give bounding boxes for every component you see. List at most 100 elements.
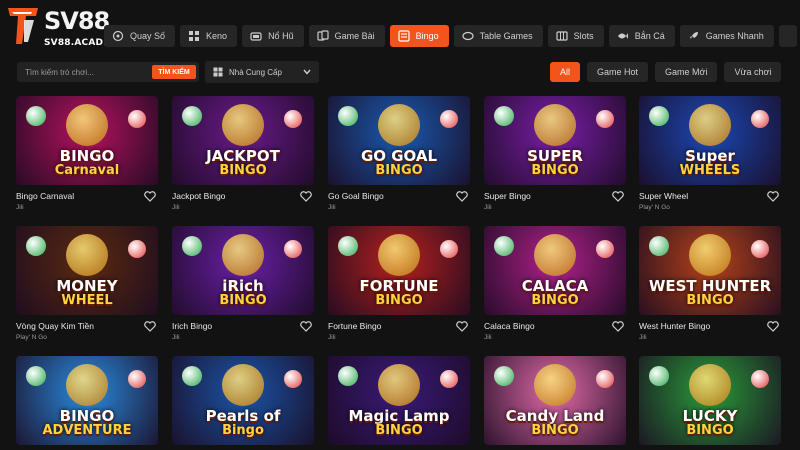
game-thumbnail[interactable]: Magic Lamp BINGO [328,356,470,445]
bingo-ball-decoration [751,240,769,258]
favorite-heart-icon[interactable] [767,191,779,202]
bingo-ball-decoration [182,366,202,386]
game-title[interactable]: Jackpot Bingo [172,191,225,201]
game-card[interactable]: Magic Lamp BINGO [328,356,470,445]
game-title[interactable]: Super Bingo [484,191,531,201]
center-emblem-decoration [222,234,264,276]
game-thumbnail[interactable]: Candy Land BINGO [484,356,626,445]
game-card[interactable]: Pearls of Bingo [172,356,314,445]
bingo-ball-decoration [284,370,302,388]
favorite-heart-icon[interactable] [300,191,312,202]
tab-label: Keno [206,31,228,41]
game-art-title: BINGO Carnaval [16,149,158,178]
tab-table-games[interactable]: Table Games [453,25,543,47]
filter-all[interactable]: All [550,62,581,82]
favorite-heart-icon[interactable] [456,191,468,202]
game-title[interactable]: Go Goal Bingo [328,191,384,201]
game-card[interactable]: SUPER BINGO Super Bingo Jili [484,96,626,211]
center-emblem-decoration [534,364,576,406]
game-thumbnail[interactable]: Pearls of Bingo [172,356,314,445]
game-title[interactable]: Irich Bingo [172,321,212,331]
favorite-heart-icon[interactable] [144,191,156,202]
game-art-line2: BINGO [686,423,734,438]
game-card[interactable]: iRich BINGO Irich Bingo Jili [172,226,314,341]
grid-icon [189,31,200,41]
game-thumbnail[interactable]: LUCKY BINGO [639,356,781,445]
favorite-heart-icon[interactable] [300,321,312,332]
game-thumbnail[interactable]: Super WHEELS [639,96,781,185]
tab-label: Games Nhanh [705,31,764,41]
filter-vua-choi[interactable]: Vừa chơi [724,62,782,82]
tab-game-bai[interactable]: Game Bài [308,25,385,47]
game-thumbnail[interactable]: iRich BINGO [172,226,314,315]
game-art-line2: ADVENTURE [42,423,132,438]
game-art-line2: BINGO [531,163,579,178]
favorite-heart-icon[interactable] [612,191,624,202]
favorite-heart-icon[interactable] [144,321,156,332]
game-art-line2: BINGO [219,293,267,308]
bingo-ball-decoration [338,366,358,386]
favorite-heart-icon[interactable] [767,321,779,332]
tab-keno[interactable]: Keno [180,25,238,47]
game-title[interactable]: Calaca Bingo [484,321,535,331]
tab-no-hu[interactable]: Nổ Hũ [242,25,304,47]
tab-more[interactable] [778,25,797,47]
tab-label: Nổ Hũ [268,31,294,41]
game-card[interactable]: MONEY WHEEL Vòng Quay Kim Tiền Play' N Go [16,226,158,341]
game-art-title: Super WHEELS [639,149,781,178]
provider-label: Nhà Cung Cấp [229,67,282,77]
filter-game-moi[interactable]: Game Mới [655,62,718,82]
game-thumbnail[interactable]: GO GOAL BINGO [328,96,470,185]
tab-ban-ca[interactable]: Bắn Cá [608,25,675,47]
game-title[interactable]: West Hunter Bingo [639,321,710,331]
game-title[interactable]: Vòng Quay Kim Tiền [16,321,94,331]
logo-brand-text: SV88 [44,7,110,35]
tab-quay-so[interactable]: Quay Số [104,25,176,47]
search-button[interactable]: TÌM KIẾM [152,65,196,79]
game-card[interactable]: Candy Land BINGO [484,356,626,445]
game-card[interactable]: WEST HUNTER BINGO West Hunter Bingo Jili [639,226,781,341]
brand-logo[interactable]: SV88 SV88.ACADEMY [4,4,125,56]
bingo-ball-decoration [440,240,458,258]
game-thumbnail[interactable]: BINGO ADVENTURE [16,356,158,445]
game-card[interactable]: BINGO ADVENTURE [16,356,158,445]
bingo-ball-decoration [494,236,514,256]
center-emblem-decoration [689,104,731,146]
favorite-heart-icon[interactable] [612,321,624,332]
game-card[interactable]: GO GOAL BINGO Go Goal Bingo Jili [328,96,470,211]
game-thumbnail[interactable]: FORTUNE BINGO [328,226,470,315]
search-input[interactable] [17,62,147,82]
game-title[interactable]: Bingo Carnaval [16,191,74,201]
tab-games-nhanh[interactable]: Games Nhanh [679,25,774,47]
bingo-ball-decoration [494,366,514,386]
game-thumbnail[interactable]: WEST HUNTER BINGO [639,226,781,315]
game-thumbnail[interactable]: CALACA BINGO [484,226,626,315]
game-art-title: Candy Land BINGO [484,409,626,438]
filter-game-hot[interactable]: Game Hot [587,62,649,82]
game-card[interactable]: JACKPOT BINGO Jackpot Bingo Jili [172,96,314,211]
bingo-ball-decoration [26,366,46,386]
game-card[interactable]: BINGO Carnaval Bingo Carnaval Jili [16,96,158,211]
tab-slots[interactable]: Slots [547,25,604,47]
center-emblem-decoration [534,104,576,146]
provider-dropdown[interactable]: Nhà Cung Cấp [205,61,319,83]
tab-label: Bingo [415,31,439,41]
game-thumbnail[interactable]: MONEY WHEEL [16,226,158,315]
tab-bingo[interactable]: Bingo [389,25,449,47]
search-box: TÌM KIẾM [17,62,199,82]
game-title[interactable]: Fortune Bingo [328,321,381,331]
game-provider: Play' N Go [16,334,47,341]
game-card[interactable]: FORTUNE BINGO Fortune Bingo Jili [328,226,470,341]
game-title[interactable]: Super Wheel [639,191,688,201]
game-thumbnail[interactable]: BINGO Carnaval [16,96,158,185]
game-art-title: WEST HUNTER BINGO [639,279,781,308]
game-card[interactable]: CALACA BINGO Calaca Bingo Jili [484,226,626,341]
game-thumbnail[interactable]: JACKPOT BINGO [172,96,314,185]
favorite-heart-icon[interactable] [456,321,468,332]
game-art-line2: BINGO [686,293,734,308]
game-card[interactable]: LUCKY BINGO [639,356,781,445]
game-card[interactable]: Super WHEELS Super Wheel Play' N Go [639,96,781,211]
bingo-ball-decoration [128,240,146,258]
game-thumbnail[interactable]: SUPER BINGO [484,96,626,185]
rocket-icon [689,32,698,39]
